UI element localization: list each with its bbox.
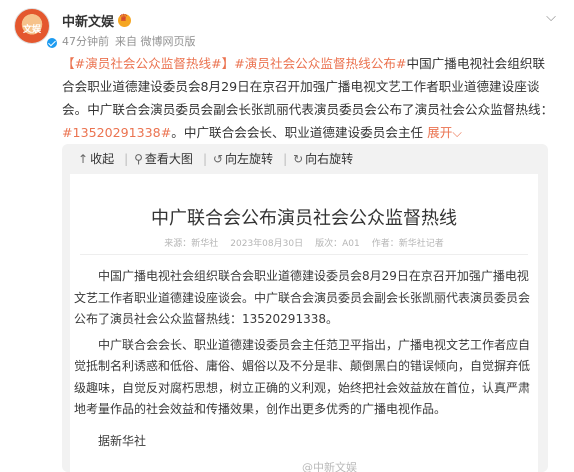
rotate-left-button[interactable]: ↺ 向左旋转 <box>213 150 273 167</box>
news-source: 来源：新华社 <box>164 239 219 249</box>
collapse-label: 收起 <box>90 152 115 166</box>
news-source-line: 据新华社 <box>98 434 147 448</box>
news-title: 中广联合会公布演员社会公众监督热线 <box>151 208 457 229</box>
post-source: 来自 微博网页版 <box>115 35 196 48</box>
divider <box>80 254 528 255</box>
phone-hashtag-link[interactable]: #13520291338# <box>62 125 171 140</box>
watermark: @中新文娱 <box>302 461 357 472</box>
post-text-segment: 线： <box>527 102 554 117</box>
author-name-row: 中新文娱 <box>62 11 132 30</box>
news-edition: 版次：A01 <box>315 239 360 249</box>
image-viewer-card: ↑ 收起 | ⚲ 查看大图 | ↺ 向左旋转 | ↻ 向右旋转 中广联合会公布演员社会公众监督热线 … <box>62 144 548 472</box>
post-body: 【#演员社会公众监督热线#】#演员社会公众监督热线公布#中国广播电视社会组织联合… <box>62 52 556 144</box>
magnifier-icon: ⚲ <box>134 152 143 166</box>
rotate-right-icon: ↻ <box>293 152 304 166</box>
post-time[interactable]: 47分钟前 <box>62 35 109 48</box>
image-toolbar: ↑ 收起 | ⚲ 查看大图 | ↺ 向左旋转 | ↻ 向右旋转 <box>78 150 357 170</box>
post-header: 文娱 中新文娱 47分钟前来自 微博网页版 ⌵ <box>8 6 566 50</box>
view-large-button[interactable]: ⚲ 查看大图 <box>134 150 193 167</box>
news-paragraph: 中国广播电视社会组织联合会职业道德建设委员会8月29日在京召开加强广播电视文艺工… <box>74 269 531 326</box>
collapse-button[interactable]: ↑ 收起 <box>78 150 114 167</box>
hashtag-link[interactable]: 【#演员社会公众监督热线#】 <box>62 56 234 71</box>
post-text-segment: 会职业道德建设委员会8月29日在京召开加强广播电视文艺工作者职业道德建设座谈 <box>74 79 540 94</box>
post-meta: 47分钟前 来自 微博网页版 <box>62 33 202 49</box>
rotate-right-button[interactable]: ↻ 向右旋转 <box>293 150 353 167</box>
news-image[interactable]: 中广联合会公布演员社会公众监督热线 来源：新华社 2023年08月30日 版次：A0… <box>70 174 538 472</box>
post-text-segment: 会。中广联合会演员委员会副会长张凯丽代表演员委员会公布了演员社会公众监督热 <box>62 102 528 117</box>
verified-badge-icon <box>46 37 58 49</box>
news-meta: 来源：新华社 2023年08月30日 版次：A01 作者：新华社记者 <box>70 236 538 249</box>
avatar-logo-text: 文娱 <box>22 25 41 35</box>
news-body: 中国广播电视社会组织联合会职业道德建设委员会8月29日在京召开加强广播电视文艺工… <box>74 266 532 425</box>
chevron-down-icon[interactable]: ⌵ <box>546 10 556 25</box>
rotate-right-label: 向右旋转 <box>305 152 354 166</box>
vip-badge-icon <box>118 13 132 27</box>
author-avatar[interactable]: 文娱 <box>14 8 58 49</box>
news-author: 作者：新华社记者 <box>371 239 444 249</box>
arrow-up-icon: ↑ <box>78 152 89 166</box>
post-text-segment: 。中广联合会会长、职业道德建设委员会主任 <box>171 125 424 140</box>
rotate-left-label: 向左旋转 <box>225 152 274 166</box>
author-name[interactable]: 中新文娱 <box>62 15 114 30</box>
hashtag-link[interactable]: #演员社会公众监督热线公布# <box>234 56 406 71</box>
view-large-label: 查看大图 <box>144 152 193 166</box>
divider: | <box>202 152 207 166</box>
chevron-down-icon: ⌵ <box>452 125 462 140</box>
news-paragraph: 中广联合会会长、职业道德建设委员会主任范卫平指出，广播电视文艺工作者应自觉抵制名… <box>74 337 531 417</box>
expand-label: 展开 <box>427 125 453 140</box>
divider: | <box>283 152 288 166</box>
expand-link[interactable]: 展开⌵ <box>427 125 462 140</box>
news-date: 2023年08月30日 <box>230 239 304 249</box>
rotate-left-icon: ↺ <box>212 152 224 166</box>
divider: | <box>124 152 129 166</box>
